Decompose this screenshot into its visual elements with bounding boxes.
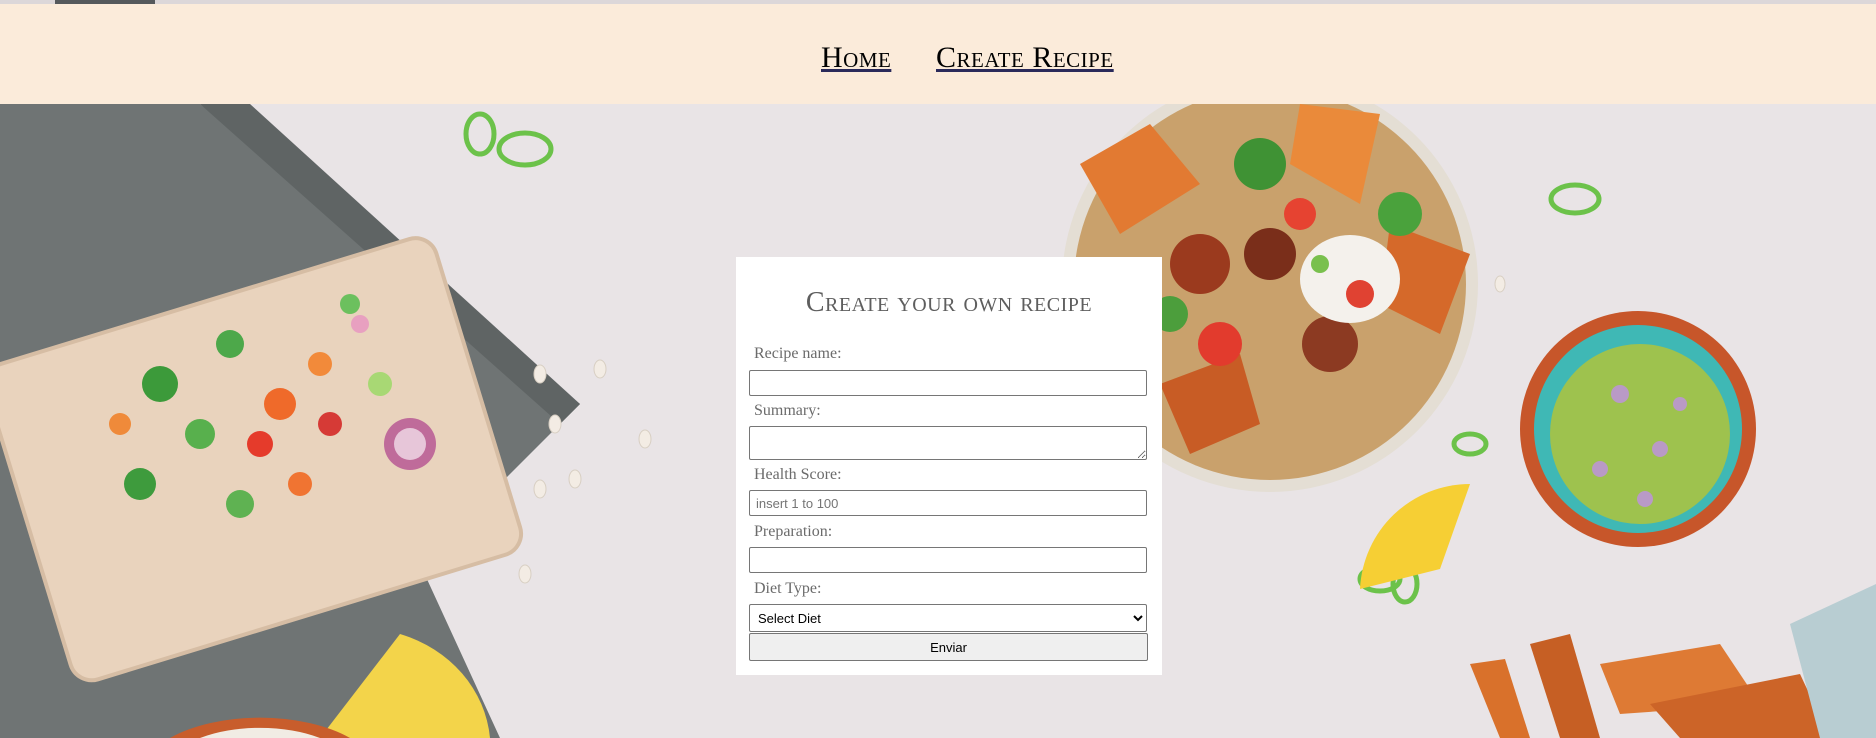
health-score-input[interactable]	[749, 490, 1147, 516]
preparation-label: Preparation:	[754, 523, 833, 540]
diet-type-label: Diet Type:	[754, 580, 822, 597]
summary-label: Summary:	[754, 402, 821, 419]
nav-create-recipe-link[interactable]: Create Recipe	[936, 40, 1114, 76]
summary-textarea[interactable]	[749, 426, 1147, 460]
nav-bar: Home Create Recipe	[0, 4, 1876, 104]
nav-home-link[interactable]: Home	[821, 40, 891, 76]
health-score-label: Health Score:	[754, 466, 842, 483]
create-recipe-form: Create your own recipe Recipe name: Summ…	[736, 257, 1162, 675]
submit-button[interactable]: Enviar	[749, 633, 1148, 661]
recipe-name-input[interactable]	[749, 370, 1147, 396]
preparation-input[interactable]	[749, 547, 1147, 573]
recipe-name-label: Recipe name:	[754, 345, 842, 362]
diet-type-select[interactable]: Select Diet	[749, 604, 1147, 632]
form-title: Create your own recipe	[805, 287, 1093, 318]
